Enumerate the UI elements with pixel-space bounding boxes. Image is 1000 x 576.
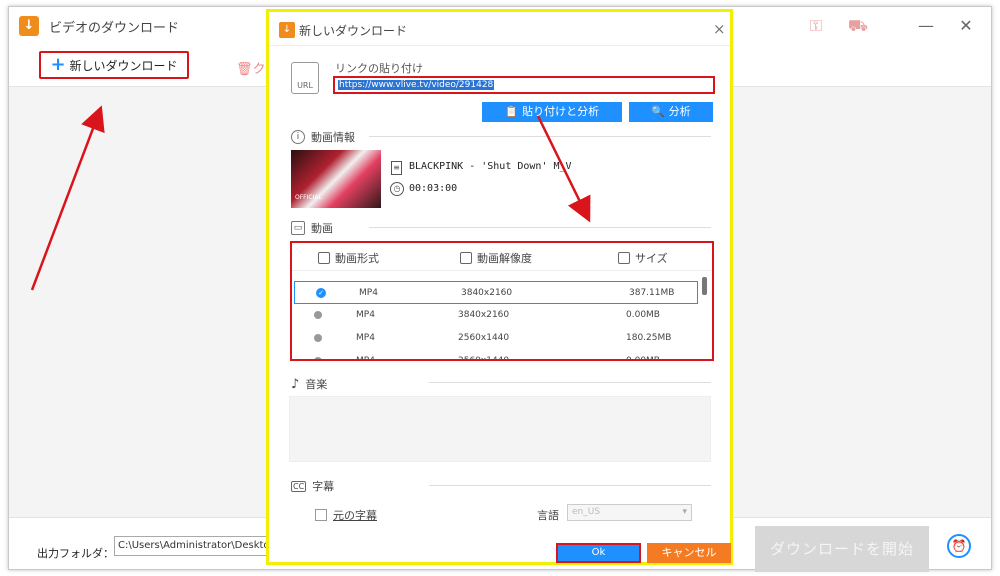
- arrow-to-new-download: [30, 105, 105, 291]
- annotation-arrows: [30, 105, 591, 291]
- arrow-to-format-table: [536, 115, 591, 223]
